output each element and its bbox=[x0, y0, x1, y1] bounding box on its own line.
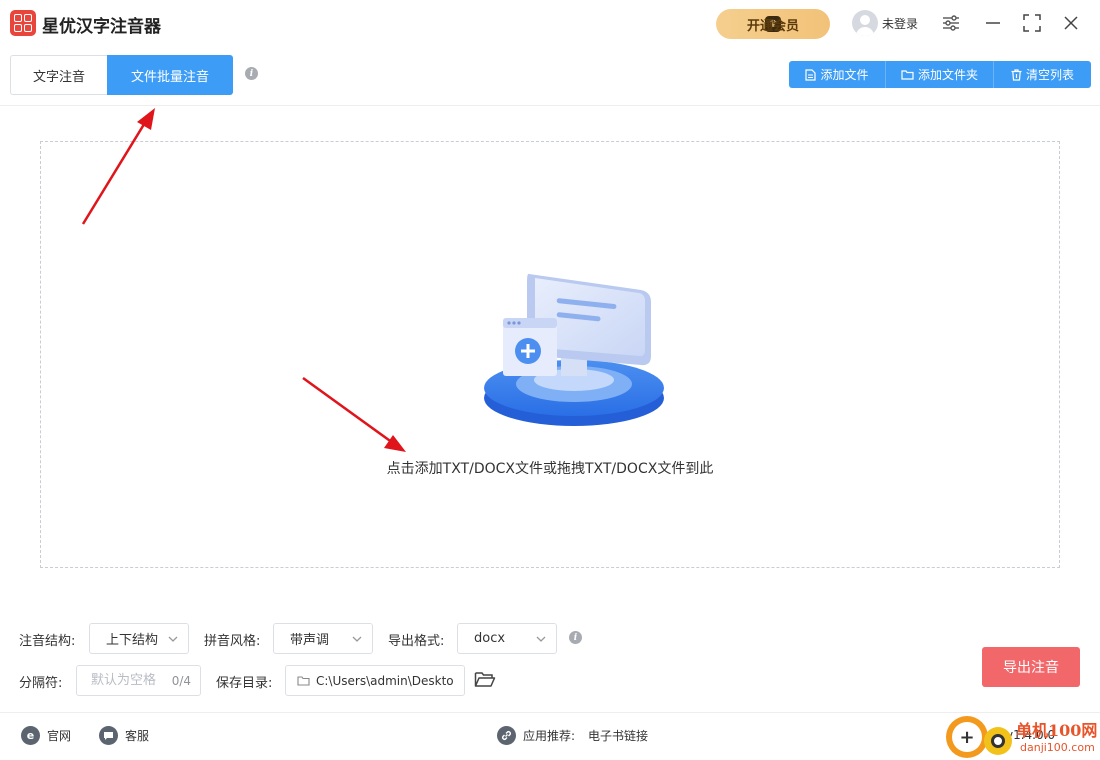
style-value: 带声调 bbox=[290, 633, 330, 648]
separator-char-count: 0/4 bbox=[171, 674, 191, 688]
file-drop-zone[interactable]: 点击添加TXT/DOCX文件或拖拽TXT/DOCX文件到此 bbox=[40, 141, 1060, 568]
support-link[interactable]: 客服 bbox=[99, 726, 149, 745]
format-value: docx bbox=[474, 631, 506, 646]
support-label: 客服 bbox=[125, 729, 150, 743]
separator-field[interactable]: 0/4 bbox=[76, 665, 201, 696]
title-bar: 星优汉字注音器 ♛ 开通会员 未登录 bbox=[0, 0, 1100, 46]
format-label: 导出格式: bbox=[388, 634, 445, 649]
file-icon bbox=[805, 68, 817, 81]
user-status: 未登录 bbox=[882, 16, 919, 31]
format-info-icon[interactable]: i bbox=[569, 631, 582, 644]
vip-label: 开通会员 bbox=[746, 18, 799, 34]
close-icon[interactable] bbox=[1060, 12, 1082, 34]
file-toolbar: 添加文件 添加文件夹 清空列表 bbox=[789, 61, 1091, 88]
app-logo-icon bbox=[10, 10, 36, 36]
style-label: 拼音风格: bbox=[204, 634, 261, 649]
website-label: 官网 bbox=[47, 729, 72, 743]
chat-bubble-icon bbox=[99, 726, 118, 745]
structure-label: 注音结构: bbox=[19, 634, 76, 649]
separator-label: 分隔符: bbox=[19, 676, 63, 691]
user-login[interactable]: 未登录 bbox=[852, 10, 918, 36]
add-file-label: 添加文件 bbox=[820, 68, 869, 82]
save-dir-input[interactable] bbox=[316, 666, 462, 695]
folder-icon bbox=[901, 70, 914, 80]
add-file-button[interactable]: 添加文件 bbox=[789, 61, 886, 88]
chevron-down-icon bbox=[168, 636, 178, 642]
chevron-down-icon bbox=[536, 636, 546, 642]
add-folder-label: 添加文件夹 bbox=[917, 68, 978, 82]
divider bbox=[0, 105, 1100, 106]
clear-list-button[interactable]: 清空列表 bbox=[994, 61, 1091, 88]
settings-icon[interactable] bbox=[940, 12, 962, 34]
recommend-section: 应用推荐: 电子书链接 bbox=[497, 726, 648, 745]
save-dir-field[interactable] bbox=[285, 665, 465, 696]
browser-e-icon: e bbox=[21, 726, 40, 745]
folder-icon bbox=[297, 676, 310, 686]
chevron-down-icon bbox=[352, 636, 362, 642]
pinyin-style-select[interactable]: 带声调 bbox=[273, 623, 373, 654]
maximize-icon[interactable] bbox=[1021, 12, 1043, 34]
export-annotation-button[interactable]: 导出注音 bbox=[982, 647, 1080, 687]
structure-select[interactable]: 上下结构 bbox=[89, 623, 189, 654]
save-dir-label: 保存目录: bbox=[216, 676, 273, 691]
app-title: 星优汉字注音器 bbox=[42, 17, 161, 37]
avatar bbox=[852, 10, 878, 36]
export-format-select[interactable]: docx bbox=[457, 623, 557, 654]
website-link[interactable]: e 官网 bbox=[21, 726, 71, 745]
watermark-eye-icon bbox=[984, 727, 1012, 755]
watermark-url: danji100.com bbox=[1020, 741, 1095, 754]
monitor-add-illustration-icon bbox=[484, 273, 664, 426]
info-icon[interactable]: i bbox=[245, 67, 258, 80]
minimize-icon[interactable] bbox=[982, 12, 1004, 34]
tab-text-annotation[interactable]: 文字注音 bbox=[10, 55, 107, 95]
watermark-title: 单机100网 bbox=[1016, 721, 1098, 740]
recommend-label: 应用推荐: bbox=[523, 729, 576, 743]
tab-batch-annotation[interactable]: 文件批量注音 bbox=[107, 55, 233, 95]
trash-icon bbox=[1011, 68, 1022, 81]
vip-button[interactable]: ♛ 开通会员 bbox=[716, 9, 830, 39]
footer-divider bbox=[0, 712, 1100, 713]
add-folder-button[interactable]: 添加文件夹 bbox=[886, 61, 994, 88]
clear-list-label: 清空列表 bbox=[1025, 68, 1074, 82]
drop-zone-hint: 点击添加TXT/DOCX文件或拖拽TXT/DOCX文件到此 bbox=[386, 461, 714, 477]
link-icon bbox=[497, 726, 516, 745]
ebook-link[interactable]: 电子书链接 bbox=[588, 727, 648, 744]
structure-value: 上下结构 bbox=[106, 633, 159, 648]
watermark-logo-icon: + bbox=[946, 716, 988, 758]
separator-input[interactable] bbox=[77, 666, 167, 695]
open-folder-icon[interactable] bbox=[474, 670, 496, 692]
